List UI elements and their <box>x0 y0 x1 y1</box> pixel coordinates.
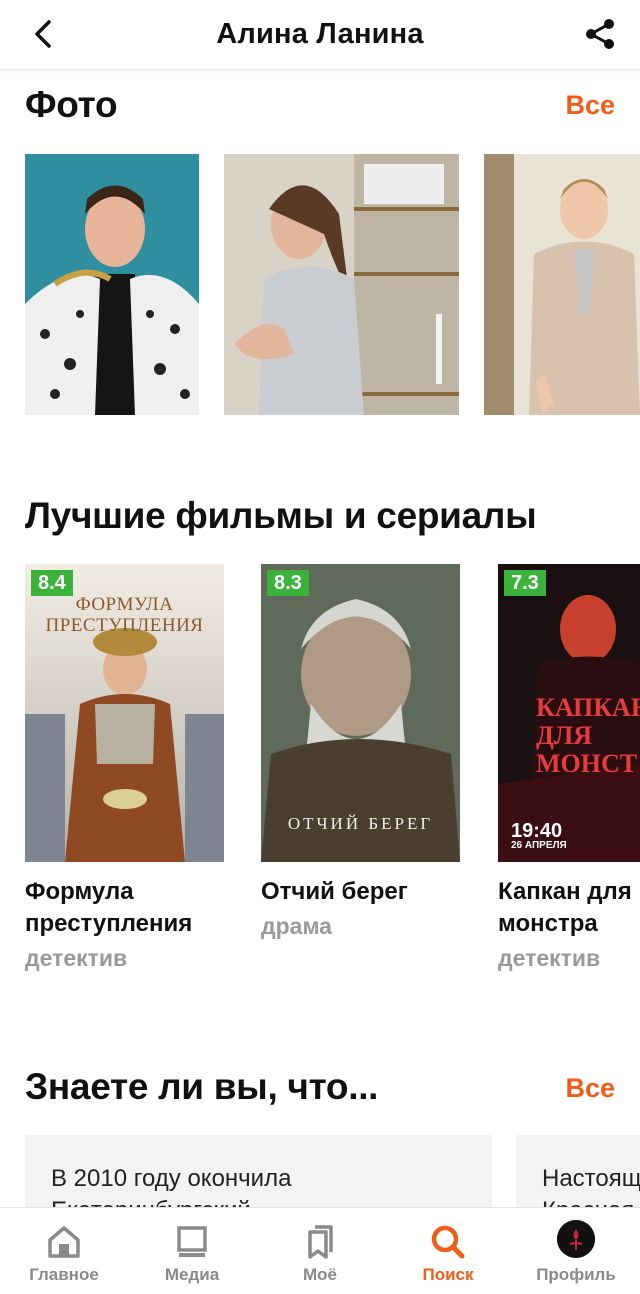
photos-all-link[interactable]: Все <box>565 90 615 121</box>
nav-item-mine[interactable]: Моё <box>256 1208 384 1294</box>
poster-title-text: ФОРМУЛА ПРЕСТУПЛЕНИЯ <box>45 594 204 636</box>
rating-badge: 8.3 <box>267 570 309 596</box>
nav-label: Профиль <box>536 1265 616 1284</box>
photo-thumbnail-1[interactable] <box>25 154 199 415</box>
rating-badge: 7.3 <box>504 570 546 596</box>
film-title[interactable]: Капкан для монстра <box>498 876 640 940</box>
search-icon <box>428 1222 468 1262</box>
facts-section-title: Знаете ли вы, что... <box>25 1066 379 1107</box>
film-title[interactable]: Формула преступления <box>25 876 235 940</box>
film-genre: драма <box>261 913 332 939</box>
nav-item-media[interactable]: Медиа <box>128 1208 256 1294</box>
photos-section-title: Фото <box>25 84 118 125</box>
rating-badge: 8.4 <box>31 570 73 596</box>
film-poster-1[interactable]: ФОРМУЛА ПРЕСТУПЛЕНИЯ 8.4 <box>25 564 224 862</box>
bottom-navigation: Главное Медиа Моё Поиск Профиль <box>0 1207 640 1294</box>
film-poster-2[interactable]: ОТЧИЙ БЕРЕГ 8.3 <box>261 564 460 862</box>
page-title: Алина Ланина <box>216 18 424 50</box>
bookmarks-icon <box>300 1222 340 1262</box>
media-icon <box>172 1222 212 1262</box>
nav-label: Главное <box>29 1265 99 1284</box>
poster-title-text: КАПКАН ДЛЯ МОНСТ <box>536 693 640 778</box>
films-section-title: Лучшие фильмы и сериалы <box>25 495 537 536</box>
nav-item-home[interactable]: Главное <box>0 1208 128 1294</box>
poster-title-text: ОТЧИЙ БЕРЕГ <box>287 814 434 833</box>
photo-thumbnail-2[interactable] <box>224 154 459 415</box>
film-title[interactable]: Отчий берег <box>261 876 471 908</box>
facts-all-link[interactable]: Все <box>565 1073 615 1104</box>
share-icon[interactable] <box>580 14 620 54</box>
home-icon <box>44 1222 84 1262</box>
film-poster-3[interactable]: КАПКАН ДЛЯ МОНСТ 19:40 26 АПРЕЛЯ 7.3 <box>498 564 640 862</box>
poster-date: 26 АПРЕЛЯ <box>511 840 567 851</box>
photo-thumbnail-3[interactable] <box>484 154 640 415</box>
nav-label: Медиа <box>164 1265 220 1284</box>
nav-label: Поиск <box>422 1265 474 1284</box>
nav-item-search[interactable]: Поиск <box>384 1208 512 1294</box>
top-bar: Алина Ланина <box>0 0 640 70</box>
film-genre: детектив <box>498 945 601 971</box>
nav-label: Моё <box>303 1265 337 1284</box>
avatar <box>557 1220 595 1258</box>
film-genre: детектив <box>25 945 128 971</box>
nav-item-profile[interactable]: Профиль <box>512 1208 640 1294</box>
